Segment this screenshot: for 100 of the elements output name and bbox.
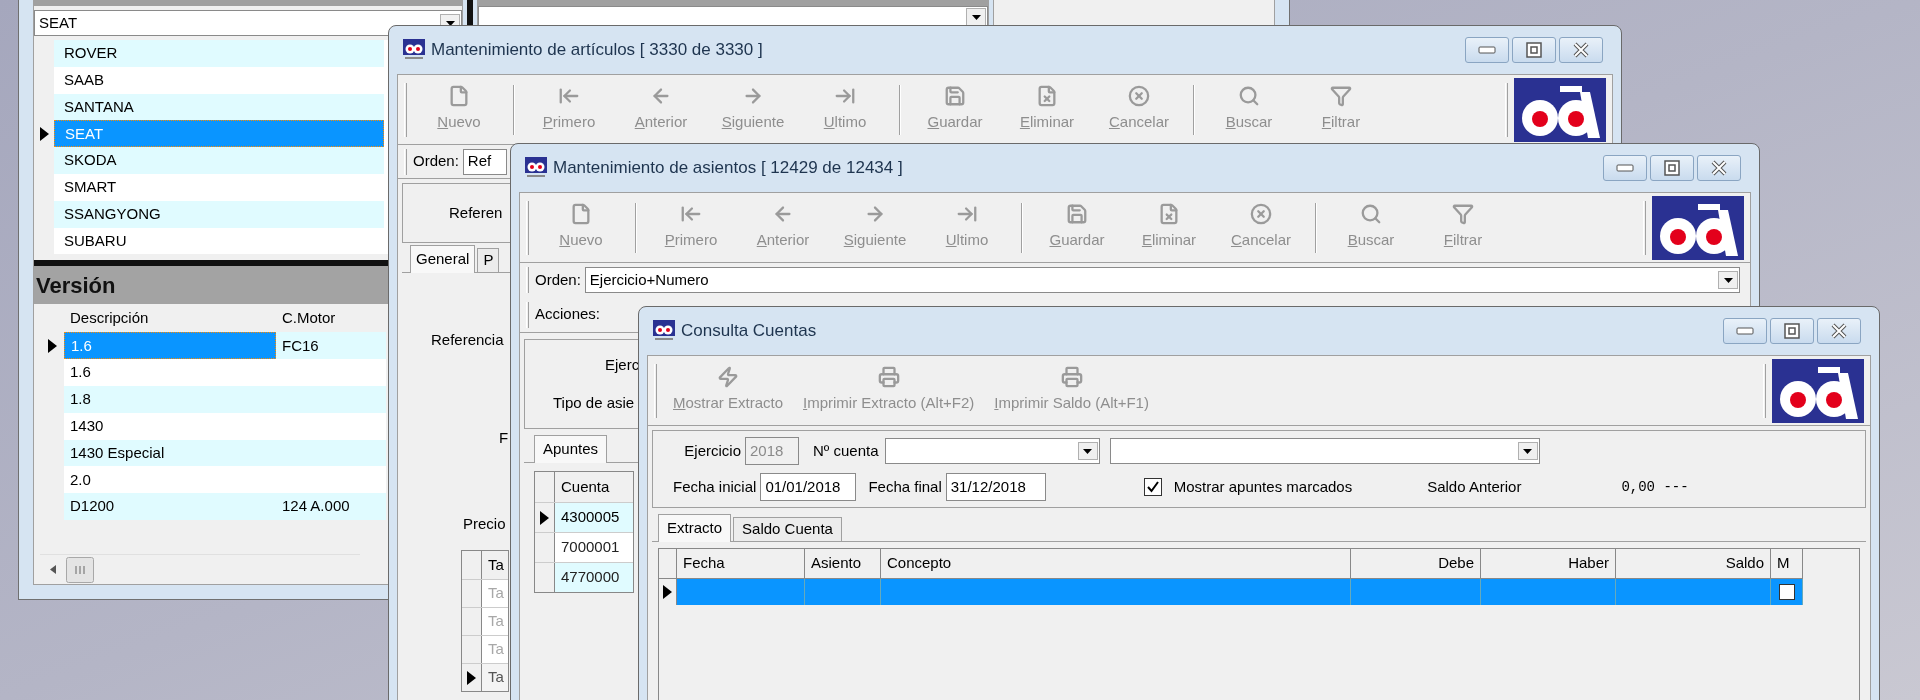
- maximize-button[interactable]: [1512, 37, 1556, 63]
- table-row[interactable]: 1.8: [40, 385, 386, 413]
- minimize-icon: [1478, 46, 1496, 54]
- field-label: F: [499, 428, 509, 448]
- maximize-icon: [1664, 160, 1680, 176]
- maximize-button[interactable]: [1770, 318, 1814, 344]
- maximize-button[interactable]: [1650, 155, 1694, 181]
- maximize-icon: [1784, 323, 1800, 339]
- table-row[interactable]: 1.6: [40, 359, 386, 386]
- field-label: Saldo Anterior: [1427, 476, 1522, 497]
- table-cell-text: 7000001: [560, 537, 620, 558]
- column-header: Descripción: [69, 308, 150, 329]
- dropdown-arrow-icon: [1523, 448, 1532, 454]
- file-icon: [570, 203, 592, 226]
- filter-icon: [1330, 85, 1352, 108]
- table-cell-text: 124 A.000: [281, 496, 350, 517]
- field-label: Acciones:: [535, 304, 601, 325]
- order-dropdown[interactable]: Ref: [462, 148, 507, 175]
- row-pointer-icon: [47, 338, 57, 353]
- file-x-icon: [1158, 203, 1180, 226]
- table-row[interactable]: D1200 124 A.000: [40, 493, 386, 520]
- minimize-button[interactable]: [1723, 318, 1767, 344]
- table-row[interactable]: 1.6 FC16: [40, 332, 386, 360]
- list-item[interactable]: SKODA: [54, 147, 384, 174]
- row-pointer-icon: [540, 510, 549, 525]
- column-header: C.Motor: [281, 308, 336, 329]
- field-label: Fecha final: [868, 476, 942, 497]
- dropdown-arrow-icon: [1083, 448, 1092, 454]
- table-cell: Ta: [482, 664, 508, 691]
- printer-icon: [877, 366, 900, 389]
- close-icon: [1573, 42, 1589, 58]
- table-cell-text: Ta: [487, 639, 505, 660]
- table-row[interactable]: 1430 Especial: [40, 439, 386, 467]
- field-label: Tipo de asie: [553, 393, 635, 413]
- table-row[interactable]: 2.0: [40, 466, 386, 494]
- filter-icon: [1452, 203, 1474, 226]
- list-item[interactable]: SEAT: [54, 120, 384, 148]
- close-button[interactable]: [1559, 37, 1603, 63]
- dropdown-arrow-icon: [445, 20, 455, 26]
- table-row[interactable]: 1430: [40, 412, 386, 440]
- minimize-icon: [1616, 164, 1634, 172]
- tab[interactable]: Saldo Cuenta: [733, 517, 842, 541]
- table-cell-text: 2.0: [69, 469, 92, 490]
- close-button[interactable]: [1697, 155, 1741, 181]
- app-icon: [653, 320, 675, 342]
- brand-dropdown[interactable]: SEAT: [34, 10, 462, 36]
- tab[interactable]: Extracto: [658, 514, 732, 542]
- input-field[interactable]: 01/01/2018: [760, 473, 857, 501]
- table-cell-text: Ta: [487, 611, 505, 632]
- field-label: Ejercicio: [683, 440, 741, 461]
- circle-x-icon: [1128, 85, 1150, 108]
- input-field[interactable]: 31/12/2018: [945, 473, 1046, 501]
- check-icon: [1146, 481, 1159, 493]
- account-name-dropdown[interactable]: [1109, 438, 1540, 464]
- table-cell-text: FC16: [281, 335, 319, 356]
- table-cell: 1.6: [64, 332, 276, 360]
- field-label: Precio: [463, 514, 506, 534]
- field-label: Fecha inicial: [673, 476, 757, 497]
- row-pointer-icon: [663, 585, 672, 599]
- scroll-left-icon: [50, 565, 56, 574]
- window-title: Consulta Cuentas: [681, 320, 817, 343]
- close-icon: [1711, 160, 1727, 176]
- checkbox[interactable]: [1778, 584, 1795, 600]
- tab[interactable]: General: [410, 245, 476, 273]
- field-label: Nº cuenta: [813, 440, 879, 461]
- model-dropdown[interactable]: [478, 6, 988, 28]
- checkbox[interactable]: [1143, 478, 1162, 496]
- table-cell-text: Ta: [487, 583, 505, 604]
- checkbox-label: Mostrar apuntes marcados: [1173, 476, 1353, 497]
- table-cell-text: 1430: [69, 415, 105, 436]
- dropdown-arrow-icon: [971, 14, 981, 20]
- minimize-icon: [1736, 327, 1754, 335]
- table-cell-text: 1.6: [69, 362, 92, 383]
- tab[interactable]: Apuntes: [534, 435, 608, 463]
- section-title: Versión: [36, 271, 116, 300]
- minimize-button[interactable]: [1603, 155, 1647, 181]
- column-header: Cuenta: [560, 476, 610, 497]
- tab[interactable]: P: [477, 248, 500, 272]
- table-cell-text: 4770000: [560, 567, 620, 588]
- search-icon: [1360, 203, 1382, 226]
- field-label: Referen: [449, 202, 503, 223]
- dropdown-arrow-icon: [1723, 277, 1733, 283]
- app-icon: [403, 39, 425, 61]
- list-item[interactable]: SANTANA: [54, 93, 384, 121]
- minimize-button[interactable]: [1465, 37, 1509, 63]
- account-dropdown[interactable]: [884, 438, 1100, 464]
- circle-x-icon: [1250, 203, 1272, 226]
- order-dropdown[interactable]: Ejercicio+Numero: [584, 267, 1740, 293]
- field-label: Ejerc: [605, 355, 640, 375]
- app-icon: [525, 157, 547, 179]
- table-cell-text: D1200: [69, 496, 116, 517]
- window-title: Mantenimiento de asientos [ 12429 de 12434 ]: [553, 157, 903, 180]
- close-button[interactable]: [1817, 318, 1861, 344]
- search-icon: [1238, 85, 1260, 108]
- lightning-icon: [717, 366, 739, 389]
- list-item[interactable]: SSANGYONG: [54, 200, 384, 228]
- row-pointer-icon: [39, 126, 49, 141]
- printer-icon: [1060, 366, 1083, 389]
- list-item[interactable]: ROVER: [54, 40, 384, 67]
- field-label: Orden:: [535, 269, 581, 290]
